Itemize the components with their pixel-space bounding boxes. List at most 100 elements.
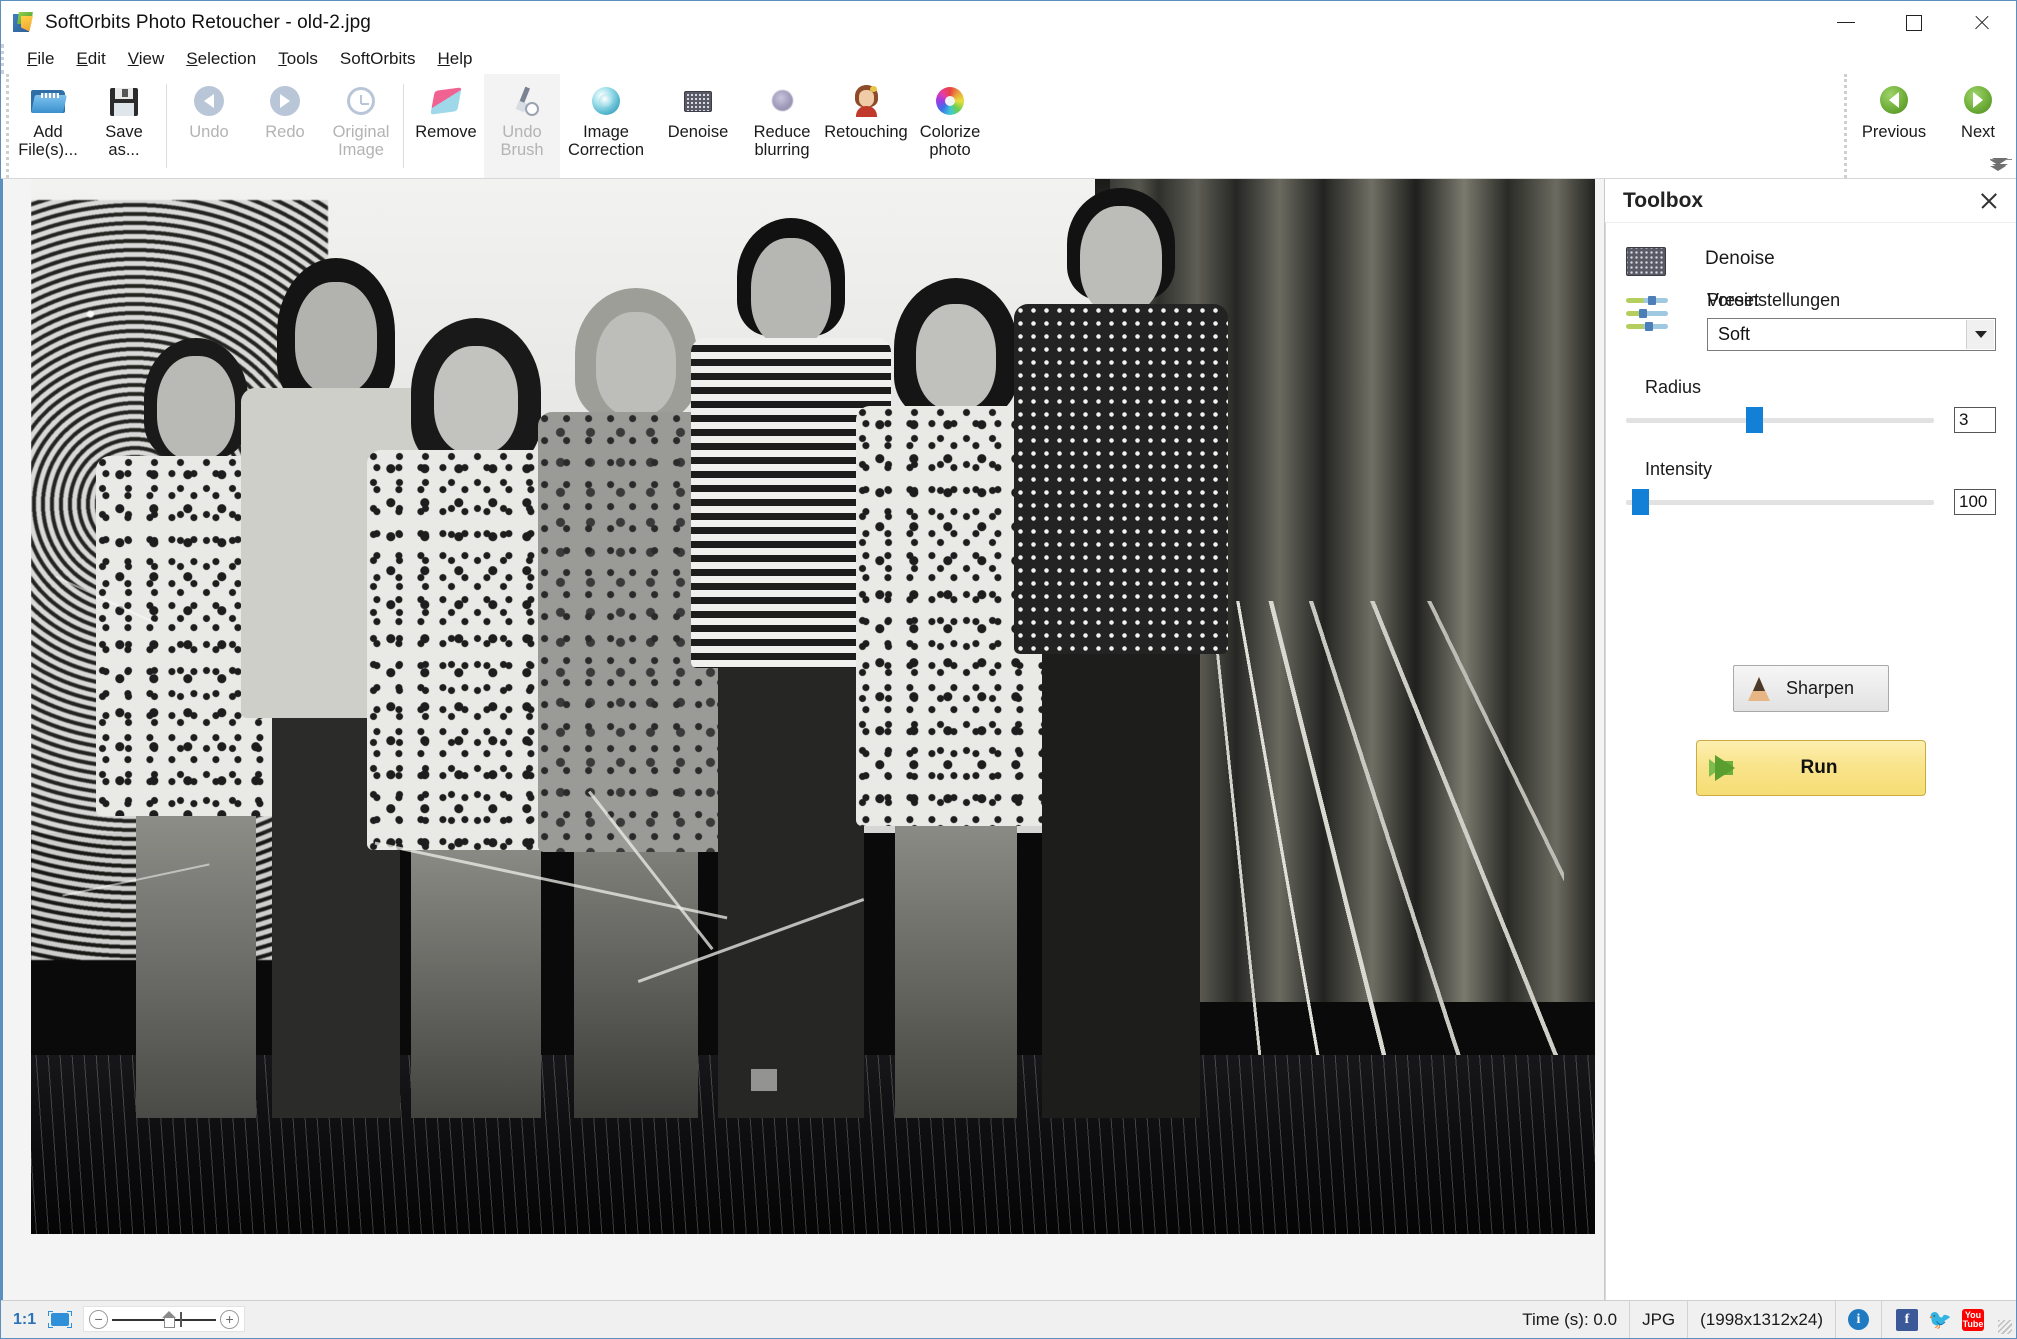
zoom-in-icon[interactable]: + [220, 1309, 240, 1329]
zoom-out-icon[interactable]: − [89, 1309, 109, 1329]
sharpen-cone-icon [1748, 676, 1770, 701]
menu-selection[interactable]: Selection [175, 47, 267, 71]
image-canvas[interactable] [1, 179, 1604, 1300]
maximize-button[interactable] [1880, 1, 1948, 44]
undo-brush-label: Undo Brush [500, 123, 544, 159]
photo-image[interactable] [31, 179, 1595, 1234]
toolbox-header: Toolbox [1605, 179, 2016, 223]
resize-grip[interactable] [1998, 1320, 2012, 1334]
fit-to-window-button[interactable] [45, 1301, 75, 1338]
radius-slider-thumb[interactable] [1746, 407, 1764, 433]
preset-select[interactable]: Soft [1707, 318, 1996, 351]
clock-history-icon [342, 82, 380, 120]
remove-label: Remove [415, 123, 477, 141]
add-files-button[interactable]: Add File(s)... [10, 74, 86, 178]
original-image-button[interactable]: Original Image [323, 74, 399, 178]
minimize-icon [1837, 22, 1855, 23]
radius-slider-block: Radius 3 [1626, 377, 1996, 433]
menu-softorbits[interactable]: SoftOrbits [329, 47, 427, 71]
info-button[interactable]: i [1836, 1301, 1882, 1338]
actual-size-icon[interactable] [162, 1311, 177, 1328]
reduce-blurring-label: Reduce blurring [753, 123, 811, 159]
gem-sparkle-icon [587, 82, 625, 120]
toolbox-preset-row: Voreinstellungen Preset Soft [1626, 290, 1996, 351]
sharpen-button[interactable]: Sharpen [1733, 665, 1889, 712]
preset-label-en: Preset [1707, 290, 1760, 310]
undo-button[interactable]: Undo [171, 74, 247, 178]
facebook-icon[interactable]: f [1896, 1308, 1918, 1331]
undo-label: Undo [189, 123, 229, 141]
image-correction-button[interactable]: Image Correction [560, 74, 652, 178]
original-image-label: Original Image [332, 123, 390, 159]
menu-file[interactable]: FFileile [16, 47, 65, 71]
open-folder-icon [29, 82, 67, 120]
ribbon-separator [166, 84, 167, 168]
denoise-button[interactable]: Denoise [652, 74, 744, 178]
previous-label: Previous [1861, 123, 1927, 141]
save-as-button[interactable]: Save as... [86, 74, 162, 178]
intensity-slider-thumb[interactable] [1632, 489, 1650, 515]
toolbox-close-icon[interactable] [1976, 188, 2002, 214]
youtube-icon[interactable]: You Tube [1962, 1308, 1984, 1331]
radius-slider-rail [1626, 418, 1934, 423]
menu-tools[interactable]: Tools [267, 47, 329, 71]
remove-button[interactable]: Remove [408, 74, 484, 178]
nav-previous-icon [1875, 82, 1913, 120]
settings-sliders-icon [1626, 296, 1668, 334]
menu-view[interactable]: View [117, 47, 176, 71]
ribbon-group-history: Undo Redo Original Image [171, 74, 399, 178]
status-bar: 1:1 − + Time (s): 0.0 JPG (1998x1312x24)… [1, 1300, 2016, 1338]
window-title: SoftOrbits Photo Retoucher - old-2.jpg [45, 11, 371, 33]
redo-button[interactable]: Redo [247, 74, 323, 178]
close-icon [1973, 14, 1991, 32]
radius-slider[interactable] [1626, 407, 1934, 433]
toolbox-actions: Sharpen Run [1626, 665, 1996, 796]
radius-value-input[interactable]: 3 [1954, 407, 1996, 433]
run-button[interactable]: Run [1696, 740, 1926, 796]
toolbox-tool-row: Denoise [1626, 245, 1996, 276]
menu-edit[interactable]: Edit [65, 47, 116, 71]
zoom-slider-tick [180, 1312, 182, 1327]
sharpen-label: Sharpen [1785, 678, 1855, 698]
ribbon-group-tools: Remove Undo Brush Image Correction Denoi… [408, 74, 2012, 178]
intensity-value-input[interactable]: 100 [1954, 489, 1996, 515]
next-label: Next [1961, 123, 1995, 141]
undo-brush-button[interactable]: Undo Brush [484, 74, 560, 178]
app-logo-icon [13, 11, 35, 34]
undo-arrow-icon [190, 82, 228, 120]
intensity-slider-block: Intensity 100 [1626, 459, 1996, 515]
toolbox-body: Denoise Voreinstellungen Preset Soft Rad… [1605, 223, 2016, 1300]
floppy-save-icon [105, 82, 143, 120]
chevron-down-icon[interactable] [1966, 320, 1994, 349]
zoom-ratio-label[interactable]: 1:1 [1, 1301, 45, 1338]
ribbon-toolbar: Add File(s)... Save as... Undo Redo Orig… [1, 74, 2016, 179]
photo-person-7 [1006, 187, 1236, 1118]
green-arrow-icon [1709, 755, 1747, 781]
zoom-slider[interactable]: − + [83, 1306, 246, 1332]
intensity-slider-rail [1626, 500, 1934, 505]
color-wheel-icon [931, 82, 969, 120]
social-links: f 🐦 You Tube [1882, 1301, 1998, 1338]
ribbon-collapse-icon[interactable] [1992, 158, 2010, 172]
blur-circle-icon [763, 82, 801, 120]
preset-label-stack: Voreinstellungen Preset [1707, 290, 1996, 315]
fit-to-window-icon [48, 1311, 73, 1328]
save-as-label: Save as... [105, 123, 143, 159]
previous-button[interactable]: Previous [1848, 74, 1940, 178]
close-button[interactable] [1948, 1, 2016, 44]
colorize-photo-button[interactable]: Colorize photo [912, 74, 988, 178]
retouching-label: Retouching [824, 123, 908, 141]
twitter-icon[interactable]: 🐦 [1928, 1309, 1952, 1331]
portrait-face-icon [847, 82, 885, 120]
reduce-blurring-button[interactable]: Reduce blurring [744, 74, 820, 178]
intensity-slider[interactable] [1626, 489, 1934, 515]
info-icon: i [1848, 1309, 1869, 1330]
ribbon-group-file: Add File(s)... Save as... [10, 74, 162, 178]
time-status: Time (s): 0.0 [1510, 1301, 1631, 1338]
retouching-button[interactable]: Retouching [820, 74, 912, 178]
menu-help[interactable]: Help [427, 47, 484, 71]
run-label: Run [1800, 757, 1838, 778]
minimize-button[interactable] [1812, 1, 1880, 44]
denoise-label: Denoise [667, 123, 729, 141]
noise-grid-icon [1626, 247, 1666, 276]
